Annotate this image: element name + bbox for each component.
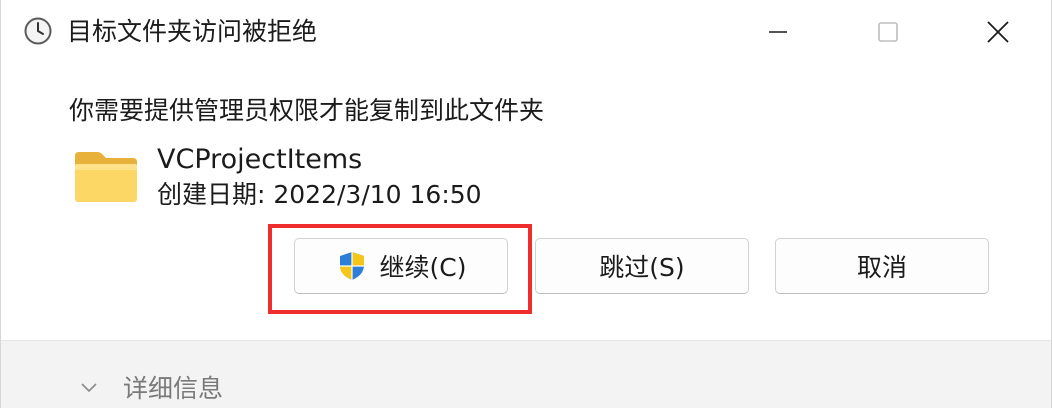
- minimize-icon: [769, 31, 787, 33]
- copy-permission-dialog: 目标文件夹访问被拒绝 你需要提供管理员权限才能复制到此文件夹 VCProject…: [0, 0, 1052, 408]
- skip-label: 跳过(S): [599, 253, 685, 282]
- continue-label: 继续(C): [379, 253, 467, 282]
- details-label: 详细信息: [123, 374, 224, 403]
- maximize-icon: [878, 22, 898, 42]
- chevron-down-icon: [81, 383, 97, 393]
- item-date: 创建日期: 2022/3/10 16:50: [157, 177, 482, 213]
- window-title: 目标文件夹访问被拒绝: [67, 17, 318, 46]
- skip-button[interactable]: 跳过(S): [535, 238, 749, 294]
- minimize-button[interactable]: [725, 0, 831, 64]
- item-name: VCProjectItems: [157, 144, 363, 175]
- clock-icon: [24, 17, 52, 45]
- close-icon: [987, 21, 1009, 43]
- details-footer: 详细信息: [1, 340, 1051, 408]
- uac-shield-icon: [339, 252, 364, 280]
- folder-icon: [75, 152, 137, 202]
- date-value: 2022/3/10 16:50: [273, 180, 482, 209]
- title-bar: 目标文件夹访问被拒绝: [1, 0, 1051, 64]
- maximize-button[interactable]: [835, 0, 941, 64]
- date-label: 创建日期:: [157, 180, 274, 209]
- cancel-label: 取消: [856, 253, 907, 282]
- details-toggle[interactable]: 详细信息: [79, 369, 223, 405]
- permission-message: 你需要提供管理员权限才能复制到此文件夹: [69, 96, 545, 125]
- continue-button[interactable]: 继续(C): [294, 238, 508, 294]
- close-button[interactable]: [945, 0, 1051, 64]
- cancel-button[interactable]: 取消: [775, 238, 989, 294]
